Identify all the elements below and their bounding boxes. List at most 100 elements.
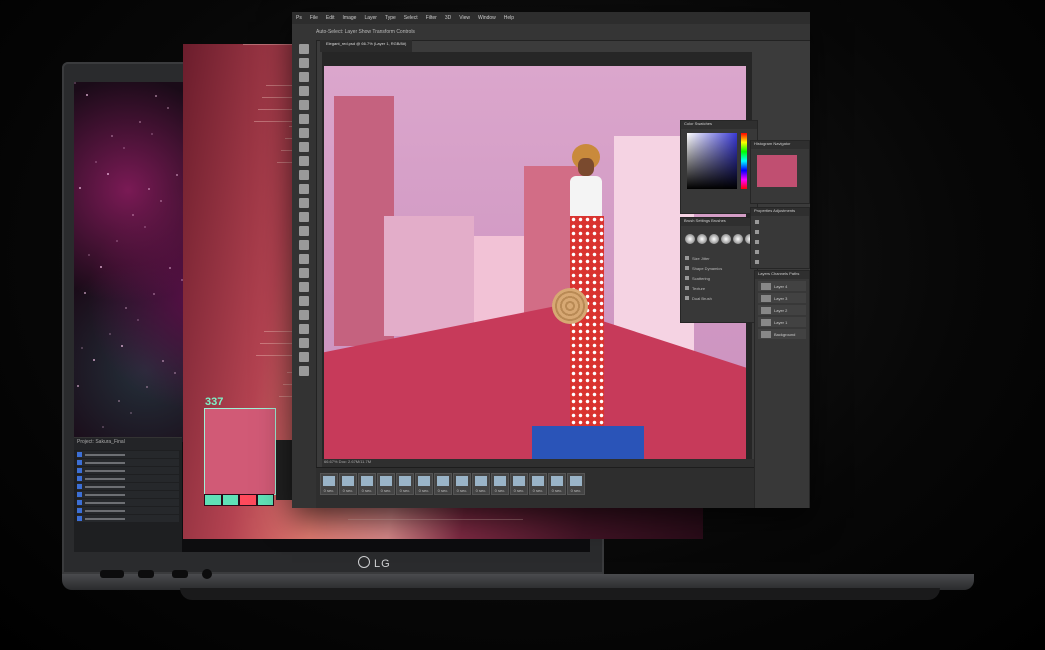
timeline-frame[interactable]: 0 sec. — [320, 473, 338, 495]
timeline-frame[interactable]: 0 sec. — [567, 473, 585, 495]
menu-item-layer[interactable]: Layer — [360, 15, 381, 21]
brush-preset[interactable] — [709, 234, 719, 244]
brush-setting[interactable]: Shape Dynamics — [685, 264, 753, 272]
list-item[interactable] — [77, 483, 179, 490]
menu-item-window[interactable]: Window — [474, 15, 500, 21]
navigator-panel: Histogram Navigator — [750, 140, 810, 204]
brush-preset[interactable] — [685, 234, 695, 244]
tool-icon[interactable] — [299, 198, 309, 208]
hud-segment — [239, 494, 257, 506]
document-tab[interactable]: Elegant_red.psd @ 66.7% (Layer 1, RGB/8#… — [320, 40, 413, 52]
property-row[interactable] — [755, 248, 805, 256]
timeline-frame[interactable]: 0 sec. — [548, 473, 566, 495]
timeline-frame[interactable]: 0 sec. — [529, 473, 547, 495]
tool-icon[interactable] — [299, 142, 309, 152]
timeline-frame[interactable]: 0 sec. — [358, 473, 376, 495]
property-row[interactable] — [755, 258, 805, 266]
list-item[interactable] — [77, 515, 179, 522]
tool-icon[interactable] — [299, 338, 309, 348]
property-row[interactable] — [755, 228, 805, 236]
menu-item-select[interactable]: Select — [400, 15, 422, 21]
layer-row[interactable]: Layer 2 — [758, 305, 806, 315]
tool-icon[interactable] — [299, 324, 309, 334]
list-item[interactable] — [77, 475, 179, 482]
frame-thumbnail — [399, 476, 411, 486]
menu-item-help[interactable]: Help — [500, 15, 518, 21]
timeline-frame[interactable]: 0 sec. — [472, 473, 490, 495]
timeline-frame[interactable]: 0 sec. — [339, 473, 357, 495]
list-item[interactable] — [77, 459, 179, 466]
brush-setting[interactable]: Size Jitter — [685, 254, 753, 262]
property-icon — [755, 230, 759, 234]
menu-item-image[interactable]: Image — [339, 15, 361, 21]
tool-icon[interactable] — [299, 254, 309, 264]
list-item[interactable] — [77, 491, 179, 498]
timeline-frame[interactable]: 0 sec. — [415, 473, 433, 495]
tool-icon[interactable] — [299, 128, 309, 138]
timeline-frame[interactable]: 0 sec. — [434, 473, 452, 495]
tool-icon[interactable] — [299, 310, 309, 320]
menu-item-3d[interactable]: 3D — [441, 15, 455, 21]
tool-icon[interactable] — [299, 170, 309, 180]
timeline-frame[interactable]: 0 sec. — [396, 473, 414, 495]
list-item[interactable] — [77, 451, 179, 458]
clip-icon — [77, 484, 82, 489]
options-bar[interactable]: Auto-Select: Layer Show Transform Contro… — [292, 24, 810, 41]
timeline-frame[interactable]: 0 sec. — [491, 473, 509, 495]
list-item[interactable] — [77, 467, 179, 474]
brush-preset[interactable] — [697, 234, 707, 244]
tool-icon[interactable] — [299, 226, 309, 236]
tool-icon[interactable] — [299, 58, 309, 68]
tool-icon[interactable] — [299, 72, 309, 82]
layer-row[interactable]: Layer 4 — [758, 281, 806, 291]
tool-icon[interactable] — [299, 114, 309, 124]
layer-row[interactable]: Layer 1 — [758, 317, 806, 327]
menu-item-file[interactable]: File — [306, 15, 322, 21]
tool-icon[interactable] — [299, 100, 309, 110]
menu-item-ps[interactable]: Ps — [292, 15, 306, 21]
hud-bar — [204, 494, 274, 506]
tool-icon[interactable] — [299, 352, 309, 362]
property-row[interactable] — [755, 218, 805, 226]
tool-icon[interactable] — [299, 268, 309, 278]
timeline-frame[interactable]: 0 sec. — [453, 473, 471, 495]
menu-item-type[interactable]: Type — [381, 15, 400, 21]
star-particle — [95, 161, 97, 163]
brush-preset[interactable] — [733, 234, 743, 244]
list-item[interactable] — [77, 507, 179, 514]
tool-icon[interactable] — [299, 156, 309, 166]
timeline-frame[interactable]: 0 sec. — [377, 473, 395, 495]
menu-item-filter[interactable]: Filter — [422, 15, 441, 21]
layer-row[interactable]: Layer 3 — [758, 293, 806, 303]
frame-duration: 0 sec. — [361, 488, 373, 493]
property-icon — [755, 260, 759, 264]
tool-icon[interactable] — [299, 44, 309, 54]
frame-duration: 0 sec. — [418, 488, 430, 493]
tool-icon[interactable] — [299, 86, 309, 96]
tool-icon[interactable] — [299, 282, 309, 292]
brush-setting[interactable]: Texture — [685, 284, 753, 292]
tool-icon[interactable] — [299, 184, 309, 194]
project-panel-title: Project: Sakura_Final — [74, 438, 182, 450]
menu-item-edit[interactable]: Edit — [322, 15, 339, 21]
layer-row[interactable]: Background — [758, 329, 806, 339]
layer-thumbnail — [761, 306, 771, 314]
hue-slider[interactable] — [741, 133, 747, 189]
star-particle — [176, 174, 178, 176]
properties-panel-title: Properties Adjustments — [751, 208, 809, 216]
brush-setting[interactable]: Scattering — [685, 274, 753, 282]
checkbox-icon — [685, 266, 689, 270]
photoshop-window: Ps File Edit Image Layer Type Select Filter 3D Vi… — [292, 12, 810, 508]
tool-icon[interactable] — [299, 366, 309, 376]
timeline-frame[interactable]: 0 sec. — [510, 473, 528, 495]
menu-item-view[interactable]: View — [455, 15, 474, 21]
navigator-thumbnail[interactable] — [757, 155, 797, 187]
brush-preset[interactable] — [721, 234, 731, 244]
property-row[interactable] — [755, 238, 805, 246]
list-item[interactable] — [77, 499, 179, 506]
brush-setting[interactable]: Dual Brush — [685, 294, 753, 302]
tool-icon[interactable] — [299, 240, 309, 250]
tool-icon[interactable] — [299, 212, 309, 222]
tool-icon[interactable] — [299, 296, 309, 306]
color-picker[interactable] — [687, 133, 737, 189]
